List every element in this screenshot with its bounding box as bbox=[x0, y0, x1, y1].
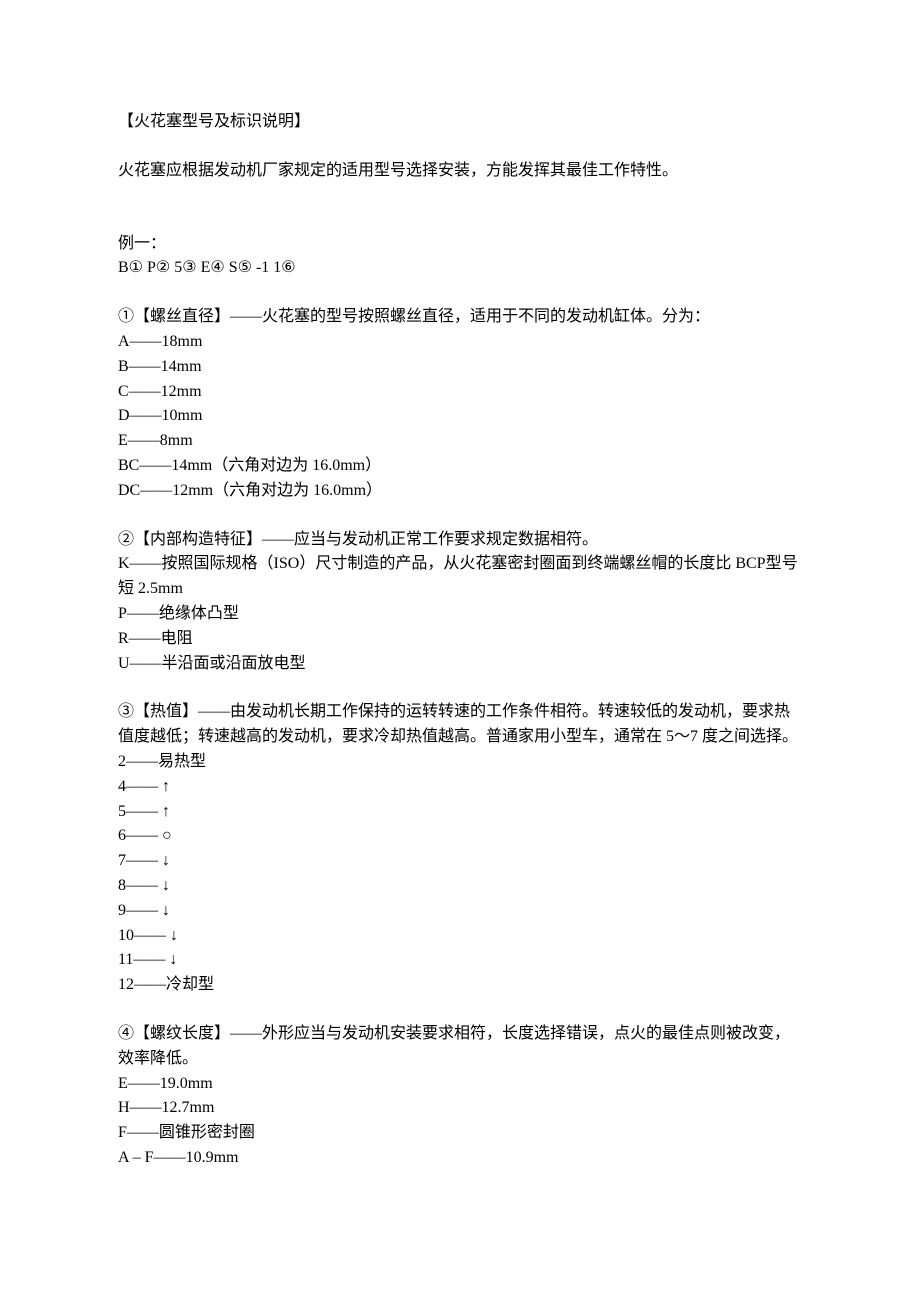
document-page: 【火花塞型号及标识说明】 火花塞应根据发动机厂家规定的适用型号选择安装，方能发挥… bbox=[0, 0, 920, 1302]
section-line: E——19.0mm bbox=[118, 1072, 802, 1097]
section-line: A——18mm bbox=[118, 330, 802, 355]
section-heading: ③【热值】——由发动机长期工作保持的运转转速的工作条件相符。转速较低的发动机，要… bbox=[118, 700, 802, 750]
section-line: F——圆锥形密封圈 bbox=[118, 1121, 802, 1146]
section-line: E——8mm bbox=[118, 429, 802, 454]
section-line: U——半沿面或沿面放电型 bbox=[118, 652, 802, 677]
section-line: 2——易热型 bbox=[118, 750, 802, 775]
section-heading: ①【螺丝直径】——火花塞的型号按照螺丝直径，适用于不同的发动机缸体。分为： bbox=[118, 305, 802, 330]
section-line: 6—— ○ bbox=[118, 824, 802, 849]
example-label: 例一： bbox=[118, 232, 802, 257]
section-line: 11—— ↓ bbox=[118, 948, 802, 973]
section-line: A – F——10.9mm bbox=[118, 1146, 802, 1171]
section-line: C——12mm bbox=[118, 380, 802, 405]
example-code: B① P② 5③ E④ S⑤ -1 1⑥ bbox=[118, 256, 802, 281]
section-line: 10—— ↓ bbox=[118, 924, 802, 949]
section-line: 9—— ↓ bbox=[118, 899, 802, 924]
section-line: DC——12mm（六角对边为 16.0mm） bbox=[118, 479, 802, 504]
intro-paragraph: 火花塞应根据发动机厂家规定的适用型号选择安装，方能发挥其最佳工作特性。 bbox=[118, 159, 802, 184]
section-line: H——12.7mm bbox=[118, 1096, 802, 1121]
section-heading: ②【内部构造特征】——应当与发动机正常工作要求规定数据相符。 bbox=[118, 528, 802, 553]
section-line: 12——冷却型 bbox=[118, 973, 802, 998]
section-line: P——绝缘体凸型 bbox=[118, 602, 802, 627]
section-line: 7—— ↓ bbox=[118, 849, 802, 874]
section-line: D——10mm bbox=[118, 404, 802, 429]
section-line: BC——14mm（六角对边为 16.0mm） bbox=[118, 454, 802, 479]
section-line: R——电阻 bbox=[118, 627, 802, 652]
doc-title: 【火花塞型号及标识说明】 bbox=[118, 110, 802, 135]
section-line: 8—— ↓ bbox=[118, 874, 802, 899]
section-line: K——按照国际规格（ISO）尺寸制造的产品，从火花塞密封圈面到终端螺丝帽的长度比… bbox=[118, 552, 802, 602]
section-line: 5—— ↑ bbox=[118, 800, 802, 825]
section-line: 4—— ↑ bbox=[118, 775, 802, 800]
section-line: B——14mm bbox=[118, 355, 802, 380]
section-heading: ④【螺纹长度】——外形应当与发动机安装要求相符，长度选择错误，点火的最佳点则被改… bbox=[118, 1022, 802, 1072]
